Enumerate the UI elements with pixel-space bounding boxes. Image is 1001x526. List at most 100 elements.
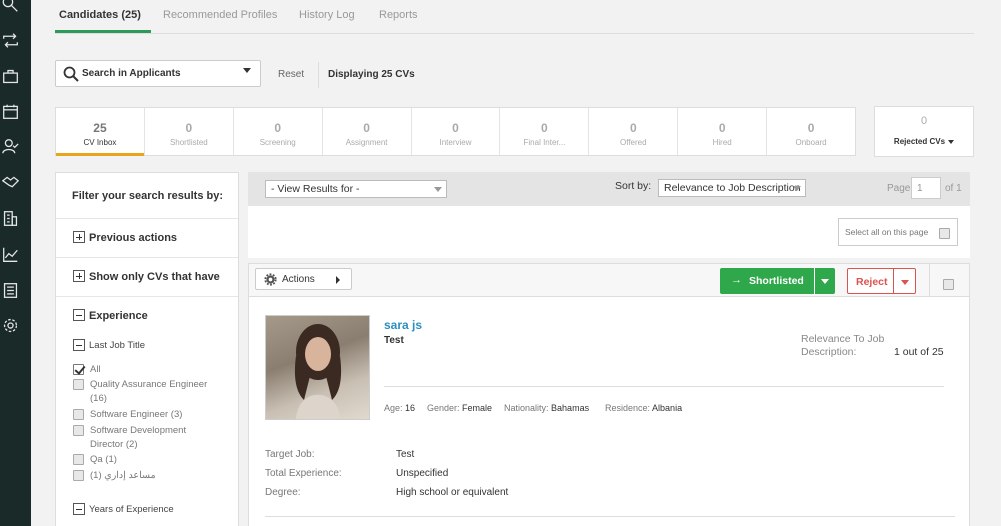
arrow-right-icon: → bbox=[731, 274, 742, 286]
filter-years-of-experience[interactable]: Years of Experience bbox=[89, 504, 174, 515]
briefcase-icon[interactable] bbox=[0, 66, 20, 86]
candidate-job-title: Test bbox=[384, 335, 404, 346]
select-all-control[interactable]: Select all on this page bbox=[838, 218, 958, 246]
select-all-checkbox[interactable] bbox=[939, 228, 950, 239]
stage-name: Shortlisted bbox=[169, 138, 208, 147]
meta-value: 16 bbox=[405, 403, 416, 413]
stage-hired[interactable]: 0 Hired bbox=[678, 108, 768, 155]
option-checkbox[interactable] bbox=[73, 470, 84, 481]
candidate-name-link[interactable]: sara js bbox=[384, 318, 422, 332]
divider bbox=[384, 386, 944, 387]
shortlisted-button[interactable]: → Shortlisted bbox=[720, 268, 814, 294]
search-icon[interactable] bbox=[0, 0, 20, 14]
rejected-cvs-button[interactable]: 0 Rejected CVs bbox=[874, 106, 974, 157]
meta-key: Residence: bbox=[605, 403, 651, 413]
page-input[interactable] bbox=[911, 177, 941, 199]
calendar-icon[interactable] bbox=[0, 101, 20, 121]
expand-icon[interactable] bbox=[73, 270, 85, 282]
settings-icon[interactable] bbox=[0, 315, 20, 335]
page-label: Page bbox=[887, 183, 911, 194]
stage-count: 0 bbox=[718, 121, 726, 135]
view-results-select[interactable]: - View Results for - bbox=[265, 180, 447, 198]
handshake-icon[interactable] bbox=[0, 172, 20, 192]
gear-icon bbox=[264, 273, 277, 286]
filter-show-only[interactable]: Show only CVs that have bbox=[89, 271, 220, 283]
reject-dropdown[interactable] bbox=[893, 268, 916, 294]
option-checkbox[interactable] bbox=[73, 364, 84, 375]
meta-key: Gender: bbox=[427, 403, 460, 413]
stage-name: Offered bbox=[620, 138, 647, 147]
stage-count: 0 bbox=[363, 121, 370, 135]
actions-button[interactable]: Actions bbox=[255, 268, 352, 290]
collapse-icon[interactable] bbox=[73, 309, 85, 321]
tab-bar: Candidates (25) Recommended Profiles His… bbox=[55, 0, 974, 34]
displaying-count: Displaying 25 CVs bbox=[328, 69, 415, 80]
chart-icon[interactable] bbox=[0, 244, 20, 264]
user-check-icon[interactable] bbox=[0, 136, 20, 156]
shortlisted-dropdown[interactable] bbox=[814, 268, 835, 294]
stage-cv-inbox[interactable]: 25 CV Inbox bbox=[56, 108, 145, 156]
stage-assignment[interactable]: 0 Assignment bbox=[323, 108, 412, 155]
search-icon bbox=[63, 66, 79, 82]
stage-count: 0 bbox=[629, 121, 637, 135]
stage-interview[interactable]: 0 Interview bbox=[412, 108, 501, 155]
tab-history-log[interactable]: History Log bbox=[299, 9, 355, 21]
swap-icon[interactable] bbox=[0, 30, 20, 50]
search-dropdown[interactable]: Search in Applicants bbox=[55, 60, 261, 87]
stage-count: 0 bbox=[185, 121, 193, 135]
chevron-down-icon bbox=[434, 187, 442, 192]
reset-button[interactable]: Reset bbox=[278, 69, 304, 80]
stage-count: 0 bbox=[452, 121, 459, 135]
actions-label: Actions bbox=[282, 274, 315, 285]
stage-name: Final Inter... bbox=[523, 138, 566, 147]
tab-recommended-profiles[interactable]: Recommended Profiles bbox=[163, 9, 277, 21]
rejected-count: 0 bbox=[920, 115, 928, 127]
filter-experience[interactable]: Experience bbox=[89, 310, 148, 322]
option-checkbox[interactable] bbox=[73, 409, 84, 420]
collapse-icon[interactable] bbox=[73, 339, 85, 351]
option-label: All bbox=[90, 364, 101, 375]
divider bbox=[56, 218, 238, 219]
rejected-label-text: Rejected CVs bbox=[893, 137, 946, 146]
chevron-down-icon bbox=[793, 186, 801, 191]
sort-by-label: Sort by: bbox=[615, 180, 652, 192]
divider bbox=[265, 516, 955, 517]
pipeline-stages: 25 CV Inbox 0 Shortlisted 0 Screening 0 Assi… bbox=[55, 107, 856, 156]
tab-candidates[interactable]: Candidates (25) bbox=[59, 9, 141, 21]
stage-name: Hired bbox=[712, 138, 732, 147]
building-icon[interactable] bbox=[0, 208, 20, 228]
stage-onboard[interactable]: 0 Onboard bbox=[767, 108, 855, 155]
relevance-value: 1 out of 25 bbox=[894, 346, 944, 358]
stage-final-interview[interactable]: 0 Final Inter... bbox=[500, 108, 590, 155]
stage-name: Assignment bbox=[345, 138, 388, 147]
option-checkbox[interactable] bbox=[73, 379, 84, 390]
filter-previous-actions[interactable]: Previous actions bbox=[89, 232, 177, 244]
document-icon[interactable] bbox=[0, 280, 20, 300]
stage-shortlisted[interactable]: 0 Shortlisted bbox=[145, 108, 234, 155]
filter-panel: Filter your search results by: Previous … bbox=[55, 172, 239, 526]
candidate-age: Age: 16 bbox=[384, 403, 415, 413]
meta-key: Age: bbox=[384, 403, 403, 413]
stage-count: 0 bbox=[274, 121, 282, 135]
option-checkbox[interactable] bbox=[73, 425, 84, 436]
filter-last-job-title[interactable]: Last Job Title bbox=[89, 340, 145, 351]
candidate-gender: Gender: Female bbox=[427, 403, 492, 413]
candidate-photo-image bbox=[294, 324, 342, 419]
stage-name: CV Inbox bbox=[83, 138, 117, 147]
tab-reports[interactable]: Reports bbox=[379, 9, 418, 21]
reject-button[interactable]: Reject bbox=[847, 268, 894, 294]
candidate-photo[interactable] bbox=[265, 315, 370, 420]
stage-screening[interactable]: 0 Screening bbox=[234, 108, 323, 155]
meta-value: Female bbox=[462, 403, 493, 413]
stage-count: 0 bbox=[541, 121, 548, 135]
collapse-icon[interactable] bbox=[73, 503, 85, 515]
sort-by-select[interactable]: Relevance to Job Description bbox=[658, 179, 806, 197]
chevron-down-icon bbox=[948, 139, 955, 144]
expand-icon[interactable] bbox=[73, 231, 85, 243]
stage-offered[interactable]: 0 Offered bbox=[589, 108, 679, 155]
view-results-value: - View Results for - bbox=[271, 183, 360, 195]
rejected-label: Rejected CVs bbox=[875, 137, 973, 146]
option-checkbox[interactable] bbox=[73, 454, 84, 465]
option-label: Software Engineer (3) bbox=[90, 409, 183, 420]
candidate-checkbox[interactable] bbox=[943, 279, 954, 290]
